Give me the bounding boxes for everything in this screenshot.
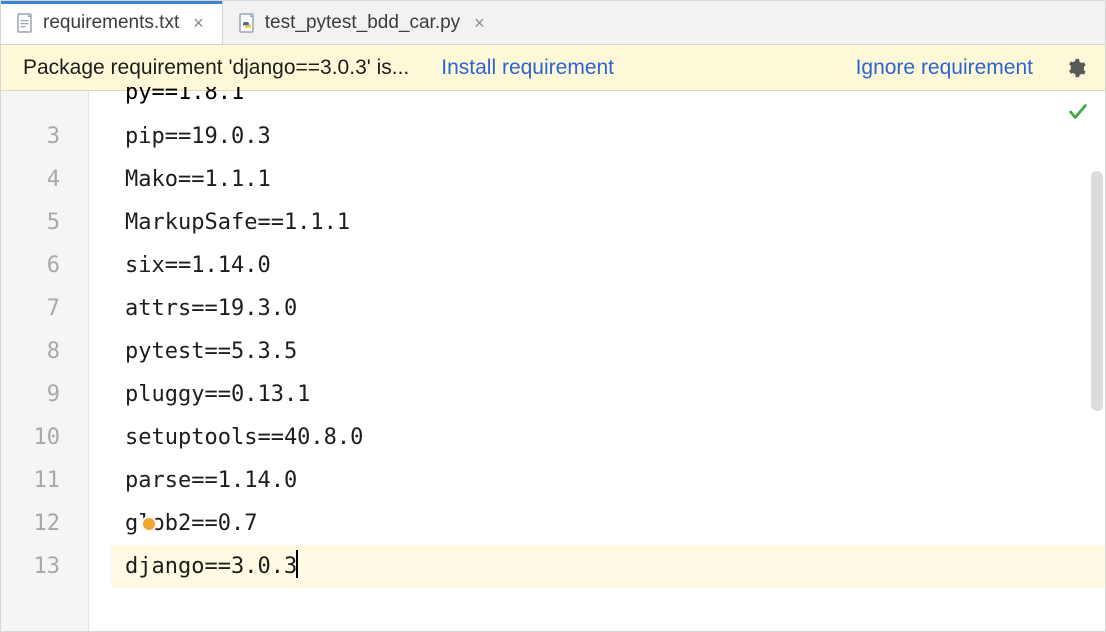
tab-bar: requirements.txt × test_pytest_bdd_car.p… xyxy=(1,1,1105,45)
line-number: 3 xyxy=(1,115,88,158)
code-area[interactable]: py==1.8.1 pip==19.0.3Mako==1.1.1MarkupSa… xyxy=(111,91,1105,631)
install-requirement-link[interactable]: Install requirement xyxy=(441,56,614,80)
ignore-requirement-link[interactable]: Ignore requirement xyxy=(856,56,1033,80)
line-number: 7 xyxy=(1,287,88,330)
code-line[interactable]: MarkupSafe==1.1.1 xyxy=(111,201,1105,244)
code-line[interactable]: parse==1.14.0 xyxy=(111,459,1105,502)
line-number: 5 xyxy=(1,201,88,244)
line-number: 10 xyxy=(1,416,88,459)
intention-bulb-icon[interactable] xyxy=(141,516,157,532)
text-caret xyxy=(296,550,298,578)
line-number: 8 xyxy=(1,330,88,373)
code-line[interactable]: setuptools==40.8.0 xyxy=(111,416,1105,459)
line-number-gutter: 345678910111213 xyxy=(1,91,89,631)
tab-label: test_pytest_bdd_car.py xyxy=(265,12,460,34)
gear-icon[interactable] xyxy=(1065,57,1087,79)
code-line[interactable]: django==3.0.3 xyxy=(111,545,1105,588)
line-number: 9 xyxy=(1,373,88,416)
code-line[interactable]: pytest==5.3.5 xyxy=(111,330,1105,373)
banner-message: Package requirement 'django==3.0.3' is..… xyxy=(23,56,409,80)
line-number: 4 xyxy=(1,158,88,201)
tab-testfile[interactable]: test_pytest_bdd_car.py × xyxy=(223,1,503,44)
vertical-scrollbar[interactable] xyxy=(1091,171,1103,411)
gutter-annotation-column xyxy=(89,91,111,631)
code-line[interactable]: six==1.14.0 xyxy=(111,244,1105,287)
editor[interactable]: 345678910111213 py==1.8.1 pip==19.0.3Mak… xyxy=(1,91,1105,631)
line-number: 12 xyxy=(1,502,88,545)
code-line[interactable]: glob2==0.7 xyxy=(111,502,1105,545)
package-requirement-banner: Package requirement 'django==3.0.3' is..… xyxy=(1,45,1105,91)
code-line[interactable]: pluggy==0.13.1 xyxy=(111,373,1105,416)
partial-visible-line: py==1.8.1 xyxy=(111,87,1105,107)
close-icon[interactable]: × xyxy=(474,14,485,32)
code-line[interactable]: Mako==1.1.1 xyxy=(111,158,1105,201)
analysis-ok-checkmark-icon[interactable] xyxy=(1067,101,1089,129)
close-icon[interactable]: × xyxy=(193,14,204,32)
python-file-icon xyxy=(237,13,257,33)
line-number: 6 xyxy=(1,244,88,287)
txt-file-icon xyxy=(15,13,35,33)
tab-label: requirements.txt xyxy=(43,12,179,34)
line-number: 11 xyxy=(1,459,88,502)
tab-requirements[interactable]: requirements.txt × xyxy=(1,1,223,44)
code-line[interactable]: attrs==19.3.0 xyxy=(111,287,1105,330)
line-number: 13 xyxy=(1,545,88,588)
code-line[interactable]: pip==19.0.3 xyxy=(111,115,1105,158)
